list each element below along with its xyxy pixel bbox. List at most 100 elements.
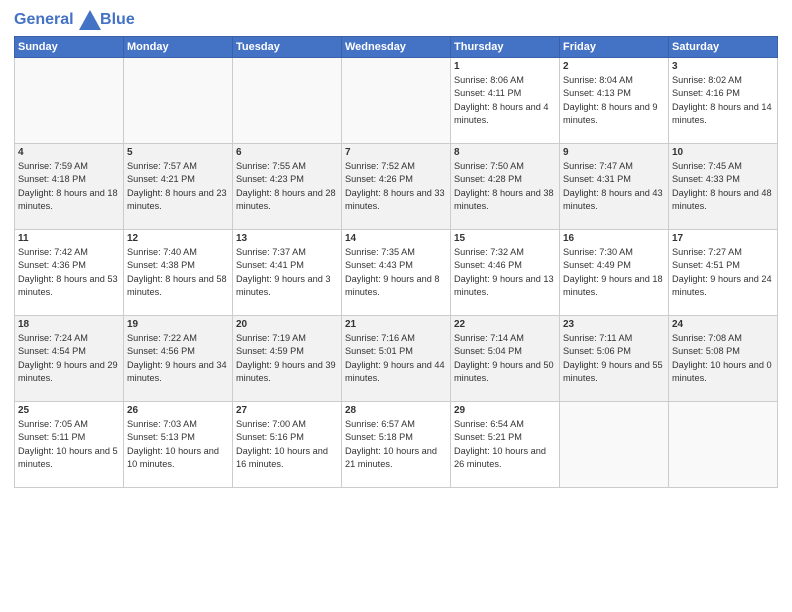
sunset: Sunset: 5:11 PM <box>18 431 120 444</box>
sunset: Sunset: 4:51 PM <box>672 259 774 272</box>
calendar-week-2: 4Sunrise: 7:59 AMSunset: 4:18 PMDaylight… <box>15 144 778 230</box>
daylight: Daylight: 9 hours and 34 minutes. <box>127 359 229 386</box>
sunset: Sunset: 4:21 PM <box>127 173 229 186</box>
day-number: 4 <box>18 147 120 158</box>
day-number: 24 <box>672 319 774 330</box>
day-info: Sunrise: 7:16 AMSunset: 5:01 PMDaylight:… <box>345 332 447 385</box>
calendar-cell: 29Sunrise: 6:54 AMSunset: 5:21 PMDayligh… <box>451 402 560 488</box>
sunrise: Sunrise: 7:47 AM <box>563 160 665 173</box>
header-monday: Monday <box>124 37 233 58</box>
sunrise: Sunrise: 7:27 AM <box>672 246 774 259</box>
day-number: 23 <box>563 319 665 330</box>
day-number: 7 <box>345 147 447 158</box>
calendar-cell: 9 Sunrise: 7:47 AMSunset: 4:31 PMDaylight… <box>560 144 669 230</box>
day-number: 27 <box>236 405 338 416</box>
day-number: 19 <box>127 319 229 330</box>
daylight: Daylight: 8 hours and 43 minutes. <box>563 187 665 214</box>
sunset: Sunset: 4:18 PM <box>18 173 120 186</box>
calendar-cell: 12Sunrise: 7:40 AMSunset: 4:38 PMDayligh… <box>124 230 233 316</box>
daylight: Daylight: 10 hours and 21 minutes. <box>345 445 447 472</box>
day-info: Sunrise: 7:50 AMSunset: 4:28 PMDaylight:… <box>454 160 556 213</box>
day-number: 2 <box>563 61 665 72</box>
daylight: Daylight: 9 hours and 3 minutes. <box>236 273 338 300</box>
day-number: 25 <box>18 405 120 416</box>
day-number: 28 <box>345 405 447 416</box>
daylight: Daylight: 9 hours and 18 minutes. <box>563 273 665 300</box>
sunrise: Sunrise: 8:06 AM <box>454 74 556 87</box>
daylight: Daylight: 9 hours and 24 minutes. <box>672 273 774 300</box>
day-info: Sunrise: 7:55 AMSunset: 4:23 PMDaylight:… <box>236 160 338 213</box>
daylight: Daylight: 9 hours and 44 minutes. <box>345 359 447 386</box>
calendar-cell <box>124 58 233 144</box>
daylight: Daylight: 8 hours and 38 minutes. <box>454 187 556 214</box>
sunrise: Sunrise: 7:16 AM <box>345 332 447 345</box>
calendar-cell: 13Sunrise: 7:37 AMSunset: 4:41 PMDayligh… <box>233 230 342 316</box>
calendar-cell: 24 Sunrise: 7:08 AMSunset: 5:08 PMDayligh… <box>669 316 778 402</box>
sunset: Sunset: 4:36 PM <box>18 259 120 272</box>
calendar-cell: 11Sunrise: 7:42 AMSunset: 4:36 PMDayligh… <box>15 230 124 316</box>
sunrise: Sunrise: 7:35 AM <box>345 246 447 259</box>
sunrise: Sunrise: 7:52 AM <box>345 160 447 173</box>
daylight: Daylight: 9 hours and 55 minutes. <box>563 359 665 386</box>
sunrise: Sunrise: 7:57 AM <box>127 160 229 173</box>
sunset: Sunset: 4:56 PM <box>127 345 229 358</box>
day-info: Sunrise: 7:45 AMSunset: 4:33 PMDaylight:… <box>672 160 774 213</box>
sunset: Sunset: 5:01 PM <box>345 345 447 358</box>
calendar-cell: 8 Sunrise: 7:50 AMSunset: 4:28 PMDaylight… <box>451 144 560 230</box>
sunset: Sunset: 4:46 PM <box>454 259 556 272</box>
calendar-cell: 17 Sunrise: 7:27 AMSunset: 4:51 PMDayligh… <box>669 230 778 316</box>
calendar-cell: 7Sunrise: 7:52 AMSunset: 4:26 PMDaylight… <box>342 144 451 230</box>
day-number: 21 <box>345 319 447 330</box>
sunset: Sunset: 4:59 PM <box>236 345 338 358</box>
day-number: 18 <box>18 319 120 330</box>
day-number: 22 <box>454 319 556 330</box>
daylight: Daylight: 8 hours and 58 minutes. <box>127 273 229 300</box>
calendar-cell: 26Sunrise: 7:03 AMSunset: 5:13 PMDayligh… <box>124 402 233 488</box>
daylight: Daylight: 9 hours and 13 minutes. <box>454 273 556 300</box>
day-info: Sunrise: 7:22 AMSunset: 4:56 PMDaylight:… <box>127 332 229 385</box>
daylight: Daylight: 9 hours and 50 minutes. <box>454 359 556 386</box>
sunrise: Sunrise: 7:19 AM <box>236 332 338 345</box>
calendar-cell: 18Sunrise: 7:24 AMSunset: 4:54 PMDayligh… <box>15 316 124 402</box>
daylight: Daylight: 8 hours and 53 minutes. <box>18 273 120 300</box>
sunset: Sunset: 4:43 PM <box>345 259 447 272</box>
day-number: 3 <box>672 61 774 72</box>
calendar-cell: 23Sunrise: 7:11 AMSunset: 5:06 PMDayligh… <box>560 316 669 402</box>
day-number: 6 <box>236 147 338 158</box>
sunrise: Sunrise: 6:57 AM <box>345 418 447 431</box>
day-info: Sunrise: 7:03 AMSunset: 5:13 PMDaylight:… <box>127 418 229 471</box>
sunset: Sunset: 4:49 PM <box>563 259 665 272</box>
day-info: Sunrise: 7:47 AMSunset: 4:31 PMDaylight:… <box>563 160 665 213</box>
day-number: 8 <box>454 147 556 158</box>
day-number: 14 <box>345 233 447 244</box>
header-wednesday: Wednesday <box>342 37 451 58</box>
calendar-cell: 28Sunrise: 6:57 AMSunset: 5:18 PMDayligh… <box>342 402 451 488</box>
daylight: Daylight: 8 hours and 4 minutes. <box>454 101 556 128</box>
calendar-week-4: 18Sunrise: 7:24 AMSunset: 4:54 PMDayligh… <box>15 316 778 402</box>
day-number: 5 <box>127 147 229 158</box>
sunrise: Sunrise: 7:32 AM <box>454 246 556 259</box>
calendar-cell: 5 Sunrise: 7:57 AMSunset: 4:21 PMDaylight… <box>124 144 233 230</box>
calendar-cell: 14Sunrise: 7:35 AMSunset: 4:43 PMDayligh… <box>342 230 451 316</box>
sunrise: Sunrise: 8:02 AM <box>672 74 774 87</box>
sunset: Sunset: 5:13 PM <box>127 431 229 444</box>
daylight: Daylight: 10 hours and 26 minutes. <box>454 445 556 472</box>
sunrise: Sunrise: 7:03 AM <box>127 418 229 431</box>
day-number: 17 <box>672 233 774 244</box>
day-number: 1 <box>454 61 556 72</box>
day-number: 12 <box>127 233 229 244</box>
day-info: Sunrise: 7:57 AMSunset: 4:21 PMDaylight:… <box>127 160 229 213</box>
header-friday: Friday <box>560 37 669 58</box>
calendar-cell: 20Sunrise: 7:19 AMSunset: 4:59 PMDayligh… <box>233 316 342 402</box>
calendar-cell: 16Sunrise: 7:30 AMSunset: 4:49 PMDayligh… <box>560 230 669 316</box>
day-info: Sunrise: 7:00 AMSunset: 5:16 PMDaylight:… <box>236 418 338 471</box>
day-number: 9 <box>563 147 665 158</box>
sunset: Sunset: 4:16 PM <box>672 87 774 100</box>
sunset: Sunset: 4:41 PM <box>236 259 338 272</box>
calendar-cell <box>15 58 124 144</box>
day-info: Sunrise: 7:05 AMSunset: 5:11 PMDaylight:… <box>18 418 120 471</box>
header-thursday: Thursday <box>451 37 560 58</box>
sunset: Sunset: 4:38 PM <box>127 259 229 272</box>
day-info: Sunrise: 7:08 AMSunset: 5:08 PMDaylight:… <box>672 332 774 385</box>
sunrise: Sunrise: 7:50 AM <box>454 160 556 173</box>
